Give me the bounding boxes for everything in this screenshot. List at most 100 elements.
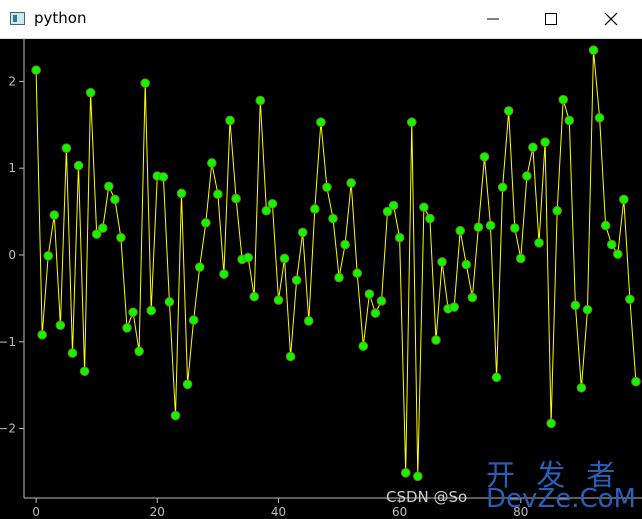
data-point: [303, 316, 314, 326]
data-point: [600, 220, 611, 231]
data-point: [261, 205, 272, 216]
data-point: [558, 94, 569, 105]
data-point: [540, 137, 550, 147]
data-point: [534, 238, 544, 248]
data-point: [461, 259, 472, 270]
data-point: [49, 210, 60, 220]
data-point: [225, 115, 235, 126]
data-point: [370, 308, 381, 318]
data-point: [479, 152, 490, 162]
data-point: [164, 297, 175, 307]
chart-axes: −2−10120 20 40 60 80: [0, 38, 642, 519]
x-tick-label: 0: [32, 505, 40, 519]
data-point: [582, 304, 593, 315]
data-point: [328, 213, 338, 224]
data-point: [625, 294, 635, 305]
data-point: [194, 262, 205, 272]
data-point: [73, 160, 84, 171]
line-chart: −2−10120 20 40 60 80: [0, 38, 642, 519]
x-tick-label: 60: [392, 505, 407, 519]
data-point: [322, 182, 332, 193]
data-point: [188, 315, 199, 325]
python-app-icon: [10, 12, 25, 25]
data-point: [546, 418, 556, 429]
data-point: [406, 117, 417, 127]
data-point: [140, 78, 150, 88]
data-point: [61, 143, 72, 154]
data-point: [394, 232, 405, 243]
maximize-icon: [545, 13, 557, 25]
data-point: [364, 289, 375, 299]
close-icon: [604, 12, 618, 26]
data-point: [619, 194, 629, 205]
data-point: [273, 295, 284, 305]
data-point: [606, 239, 617, 250]
data-point: [485, 220, 496, 231]
y-tick-label: 1: [8, 161, 16, 175]
data-point: [528, 142, 538, 153]
watermark-logo-domain: DevZe.CoM: [486, 484, 636, 514]
data-point: [594, 113, 605, 123]
data-point: [97, 223, 108, 233]
minimize-icon: [487, 18, 499, 20]
data-point: [576, 382, 587, 393]
data-point: [37, 330, 47, 340]
data-point: [388, 200, 399, 211]
data-point: [79, 366, 90, 377]
data-point: [231, 193, 241, 204]
data-point: [104, 181, 114, 192]
window-title: python: [34, 9, 87, 27]
data-point: [455, 225, 466, 236]
data-point: [503, 106, 514, 116]
data-point: [552, 205, 562, 216]
x-tick-label: 20: [150, 505, 165, 519]
data-point: [588, 45, 599, 55]
data-point: [279, 253, 290, 264]
data-point: [249, 291, 260, 302]
data-point: [570, 300, 581, 311]
data-point: [334, 272, 344, 283]
data-point: [564, 115, 575, 126]
title-bar[interactable]: python: [0, 0, 642, 39]
data-point: [213, 189, 223, 200]
data-point: [291, 275, 302, 285]
data-point: [522, 171, 532, 181]
data-point: [122, 323, 132, 333]
maximize-button[interactable]: [528, 0, 574, 38]
data-point: [200, 218, 211, 228]
data-point: [400, 468, 411, 478]
data-point: [134, 346, 144, 357]
data-point: [491, 372, 502, 383]
data-point: [425, 213, 435, 224]
data-point: [85, 87, 96, 98]
data-point: [352, 268, 363, 279]
chart-series: [31, 45, 641, 482]
data-point: [146, 305, 157, 316]
data-point: [358, 341, 369, 351]
data-point: [346, 178, 356, 188]
data-point: [413, 471, 423, 482]
data-point: [497, 182, 508, 193]
close-button[interactable]: [588, 0, 634, 38]
data-point: [116, 232, 126, 243]
minimize-button[interactable]: [470, 0, 516, 38]
data-point: [631, 376, 641, 387]
data-point: [67, 348, 78, 358]
data-point: [316, 117, 326, 127]
y-tick-label: −2: [0, 422, 16, 436]
data-point: [437, 257, 447, 267]
data-point: [431, 335, 441, 345]
data-point: [255, 95, 266, 106]
data-point: [376, 296, 387, 306]
data-point: [467, 292, 478, 303]
data-point: [219, 269, 229, 279]
watermark-credit: CSDN @So: [386, 488, 468, 506]
x-tick-label: 40: [271, 505, 286, 519]
data-point: [158, 172, 169, 182]
data-point: [449, 302, 459, 312]
series-line: [35, 50, 637, 477]
app-window: python −2 −1 0 1 2 0 20 40 60 80 CSDN @So 开 发 者 D…: [0, 0, 642, 519]
data-point: [43, 251, 54, 261]
data-point: [110, 194, 120, 205]
data-point: [128, 307, 138, 318]
